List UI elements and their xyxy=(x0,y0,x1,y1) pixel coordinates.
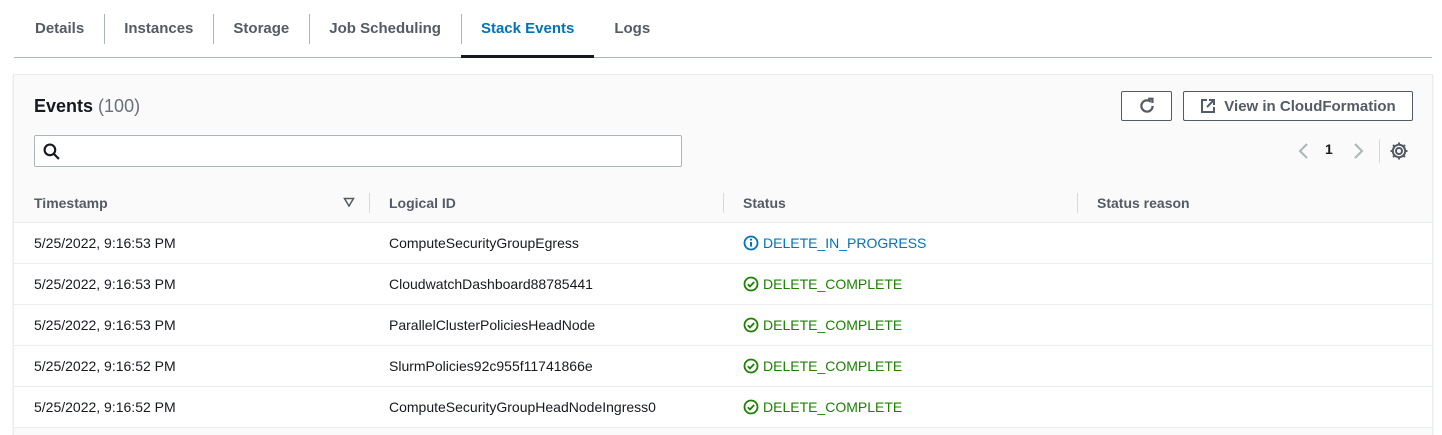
table-header: Timestamp Logical ID Status Status reaso… xyxy=(14,183,1432,223)
logical-id-cell: ComputeSecurityGroupEgress xyxy=(389,235,579,251)
timestamp-cell: 5/25/2022, 9:16:52 PM xyxy=(34,358,176,374)
timestamp-cell: 5/25/2022, 9:16:52 PM xyxy=(34,399,176,415)
table-row: 5/25/2022, 9:16:53 PM CloudwatchDashboar… xyxy=(14,264,1432,305)
table-row: 5/25/2022, 9:16:52 PM SlurmPolicies92c95… xyxy=(14,346,1432,387)
events-title: Events (100) xyxy=(34,96,140,117)
tab-storage[interactable]: Storage xyxy=(213,0,309,57)
column-divider xyxy=(1077,193,1078,213)
table-row: 5/25/2022, 9:16:53 PM ParallelClusterPol… xyxy=(14,305,1432,346)
tab-label: Stack Events xyxy=(480,20,575,37)
refresh-button[interactable] xyxy=(1121,91,1172,121)
tab-bar: Details Instances Storage Job Scheduling… xyxy=(14,0,1432,58)
tab-label: Details xyxy=(35,20,85,37)
events-table: Timestamp Logical ID Status Status reaso… xyxy=(14,183,1432,428)
column-header-status-reason[interactable]: Status reason xyxy=(1097,183,1190,222)
status-cell: DELETE_COMPLETE xyxy=(743,387,902,427)
tab-label: Instances xyxy=(124,20,194,37)
column-header-logical-id[interactable]: Logical ID xyxy=(389,183,456,222)
column-divider xyxy=(369,193,370,213)
events-panel: Events (100) View in CloudFormation 1 Ti… xyxy=(13,74,1433,435)
check-circle-icon xyxy=(743,399,759,415)
tab-details[interactable]: Details xyxy=(14,0,104,57)
timestamp-cell: 5/25/2022, 9:16:53 PM xyxy=(34,276,176,292)
status-cell: DELETE_COMPLETE xyxy=(743,346,902,386)
search-box xyxy=(34,135,682,168)
tab-job-scheduling[interactable]: Job Scheduling xyxy=(309,0,461,57)
search-input[interactable] xyxy=(69,136,673,168)
info-circle-icon xyxy=(743,235,759,251)
timestamp-cell: 5/25/2022, 9:16:53 PM xyxy=(34,235,176,251)
search-icon xyxy=(43,143,60,160)
logical-id-cell: ComputeSecurityGroupHeadNodeIngress0 xyxy=(389,399,656,415)
events-count: (100) xyxy=(98,96,141,116)
status-text: DELETE_COMPLETE xyxy=(763,399,903,415)
status-cell: DELETE_COMPLETE xyxy=(743,305,902,345)
status-text: DELETE_COMPLETE xyxy=(763,276,903,292)
logical-id-cell: SlurmPolicies92c955f11741866e xyxy=(389,358,593,374)
tab-label: Storage xyxy=(233,20,290,37)
tab-label: Job Scheduling xyxy=(329,20,441,37)
events-title-text: Events xyxy=(34,96,94,116)
external-link-icon xyxy=(1201,99,1216,113)
column-divider xyxy=(723,193,724,213)
chevron-left-icon[interactable] xyxy=(1295,139,1313,163)
tab-logs[interactable]: Logs xyxy=(594,0,670,57)
tab-instances[interactable]: Instances xyxy=(104,0,213,57)
status-text: DELETE_COMPLETE xyxy=(763,317,903,333)
logical-id-cell: ParallelClusterPoliciesHeadNode xyxy=(389,317,596,333)
check-circle-icon xyxy=(743,358,759,374)
check-circle-icon xyxy=(743,317,759,333)
gear-icon[interactable] xyxy=(1389,141,1409,161)
status-text: DELETE_COMPLETE xyxy=(763,358,903,374)
status-cell: DELETE_COMPLETE xyxy=(743,264,902,304)
view-in-cloudformation-button[interactable]: View in CloudFormation xyxy=(1183,91,1413,121)
table-row: 5/25/2022, 9:16:53 PM ComputeSecurityGro… xyxy=(14,223,1432,264)
tab-label: Logs xyxy=(614,20,651,37)
column-header-status[interactable]: Status xyxy=(743,183,786,222)
chevron-right-icon[interactable] xyxy=(1349,139,1367,163)
page-number[interactable]: 1 xyxy=(1325,141,1333,157)
sort-down-icon[interactable] xyxy=(343,196,355,208)
logical-id-cell: CloudwatchDashboard88785441 xyxy=(389,276,593,292)
timestamp-cell: 5/25/2022, 9:16:53 PM xyxy=(34,317,176,333)
table-row: 5/25/2022, 9:16:52 PM ComputeSecurityGro… xyxy=(14,387,1432,428)
column-header-timestamp[interactable]: Timestamp xyxy=(34,183,108,222)
tab-stack-events[interactable]: Stack Events xyxy=(460,0,595,58)
view-in-cloudformation-label: View in CloudFormation xyxy=(1224,97,1396,115)
status-cell: DELETE_IN_PROGRESS xyxy=(743,223,926,263)
check-circle-icon xyxy=(743,276,759,292)
pager-divider xyxy=(1379,139,1380,163)
status-text: DELETE_IN_PROGRESS xyxy=(763,235,927,251)
refresh-icon xyxy=(1139,97,1154,113)
events-header: Events (100) View in CloudFormation 1 xyxy=(14,75,1432,184)
